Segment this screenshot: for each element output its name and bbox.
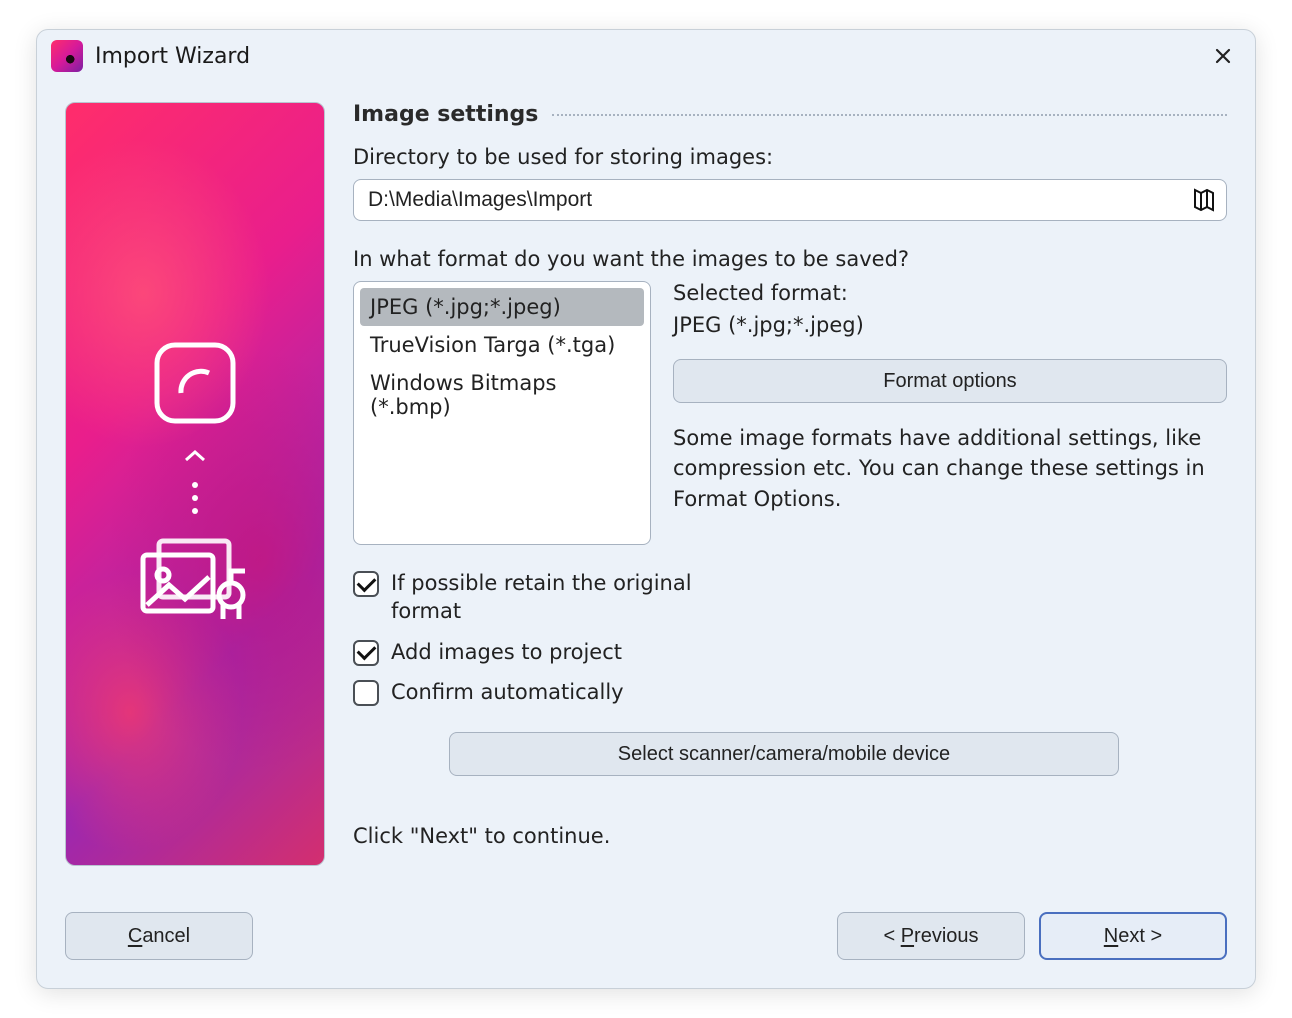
import-wizard-window: Import Wizard <box>36 29 1256 989</box>
format-option-bmp[interactable]: Windows Bitmaps (*.bmp) <box>360 364 644 426</box>
media-library-icon <box>135 533 255 633</box>
camera-lens-icon <box>147 335 243 431</box>
close-button[interactable] <box>1209 42 1237 70</box>
section-divider <box>552 114 1227 116</box>
previous-mnemonic: P <box>901 925 914 947</box>
format-row: JPEG (*.jpg;*.jpeg) TrueVision Targa (*.… <box>353 281 1227 545</box>
selected-format-label: Selected format: <box>673 281 1227 305</box>
add-to-project-label: Add images to project <box>391 638 622 666</box>
next-rest: ext <box>1118 925 1145 947</box>
previous-button[interactable]: < Previous <box>837 912 1025 960</box>
titlebar: Import Wizard <box>37 30 1255 82</box>
next-mnemonic: N <box>1104 925 1118 947</box>
format-details: Selected format: JPEG (*.jpg;*.jpeg) For… <box>673 281 1227 545</box>
next-button[interactable]: Next > <box>1039 912 1227 960</box>
format-option-tga[interactable]: TrueVision Targa (*.tga) <box>360 326 644 364</box>
continue-hint: Click "Next" to continue. <box>353 824 1227 848</box>
checkbox-group: If possible retain the original format A… <box>353 569 1227 706</box>
dots-vertical-icon <box>191 481 199 515</box>
browse-directory-button[interactable] <box>1182 180 1226 220</box>
directory-label: Directory to be used for storing images: <box>353 145 1227 169</box>
format-help-text: Some image formats have additional setti… <box>673 423 1227 514</box>
cancel-button[interactable]: Cancel <box>65 912 253 960</box>
select-device-button[interactable]: Select scanner/camera/mobile device <box>449 732 1119 776</box>
folder-map-icon <box>1191 187 1217 213</box>
retain-original-row: If possible retain the original format <box>353 569 1227 626</box>
format-question: In what format do you want the images to… <box>353 247 1227 271</box>
format-options-button[interactable]: Format options <box>673 359 1227 403</box>
window-title: Import Wizard <box>95 44 1209 69</box>
next-suffix: > <box>1145 925 1162 947</box>
chevron-up-icon <box>183 449 207 463</box>
close-icon <box>1214 47 1232 65</box>
add-to-project-row: Add images to project <box>353 638 1227 666</box>
wizard-footer: Cancel < Previous Next > <box>37 890 1255 988</box>
confirm-auto-checkbox[interactable] <box>353 680 379 706</box>
main-panel: Image settings Directory to be used for … <box>353 102 1227 890</box>
directory-field <box>353 179 1227 221</box>
cancel-mnemonic: C <box>128 925 142 947</box>
select-device-row: Select scanner/camera/mobile device <box>353 732 1227 776</box>
selected-format-value: JPEG (*.jpg;*.jpeg) <box>673 313 1227 337</box>
app-icon <box>51 40 83 72</box>
directory-input[interactable] <box>354 180 1182 220</box>
retain-original-checkbox[interactable] <box>353 571 379 597</box>
dialog-body: Image settings Directory to be used for … <box>37 82 1255 890</box>
previous-rest: revious <box>914 925 978 947</box>
retain-original-label: If possible retain the original format <box>391 569 711 626</box>
format-option-jpeg[interactable]: JPEG (*.jpg;*.jpeg) <box>360 288 644 326</box>
add-to-project-checkbox[interactable] <box>353 640 379 666</box>
section-header: Image settings <box>353 102 1227 127</box>
confirm-auto-label: Confirm automatically <box>391 678 624 706</box>
previous-prefix: < <box>883 925 900 947</box>
confirm-auto-row: Confirm automatically <box>353 678 1227 706</box>
wizard-sidebar-image <box>65 102 325 866</box>
format-listbox[interactable]: JPEG (*.jpg;*.jpeg) TrueVision Targa (*.… <box>353 281 651 545</box>
sidebar-icons <box>66 103 324 865</box>
cancel-rest: ancel <box>142 925 190 947</box>
section-title: Image settings <box>353 102 538 127</box>
